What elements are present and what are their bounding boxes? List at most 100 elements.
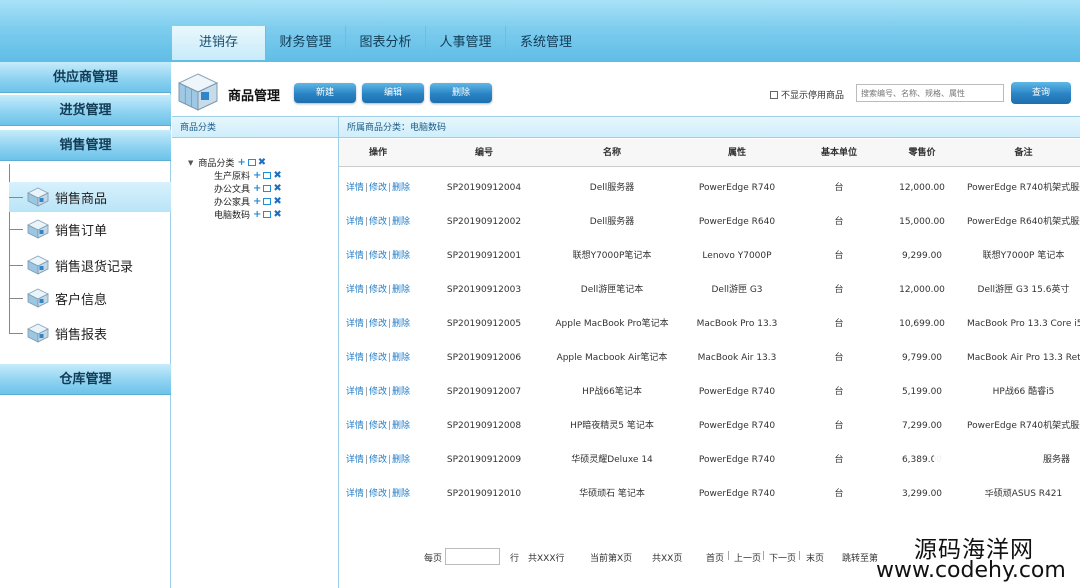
tab-inventory[interactable]: 进销存 [172,26,266,60]
delete-icon[interactable]: ✖ [273,196,281,207]
delete-link[interactable]: 删除 [392,489,410,499]
detail-link[interactable]: 详情 [346,489,364,499]
delete-link[interactable]: 删除 [392,285,410,295]
edit-icon[interactable] [263,198,272,205]
delete-link[interactable]: 删除 [392,387,410,397]
column-header[interactable]: 零售价 [877,139,967,167]
delete-link[interactable]: 删除 [392,353,410,363]
detail-link[interactable]: 详情 [346,455,364,465]
query-button[interactable]: 查询 [1011,82,1071,104]
column-header[interactable]: 名称 [551,139,673,167]
cell-price: 12,000.00 [899,285,945,295]
tree-node-label[interactable]: 办公家具 [214,195,250,208]
delete-icon[interactable]: ✖ [273,170,281,181]
modify-link[interactable]: 修改 [369,251,387,261]
sidebar-item-sales-orders[interactable]: 销售订单 [9,214,171,244]
add-icon[interactable]: + [253,196,261,207]
detail-link[interactable]: 详情 [346,421,364,431]
delete-link[interactable]: 删除 [392,421,410,431]
page-size-input[interactable] [445,548,500,565]
column-header[interactable]: 备注 [967,139,1080,167]
edit-icon[interactable] [263,211,272,218]
tree-node[interactable]: 办公文具 + ✖ [214,182,282,195]
tree-node-label[interactable]: 办公文具 [214,182,250,195]
sidebar-item-sales-products[interactable]: 销售商品 [9,182,171,212]
edit-icon[interactable] [247,159,256,166]
tree-node[interactable]: 办公家具 + ✖ [214,195,282,208]
delete-link[interactable]: 删除 [392,455,410,465]
detail-link[interactable]: 详情 [346,387,364,397]
delete-icon[interactable]: ✖ [273,209,281,220]
search-input[interactable] [856,84,1004,102]
modify-link[interactable]: 修改 [369,217,387,227]
modify-link[interactable]: 修改 [369,319,387,329]
sidebar-item-customers[interactable]: 客户信息 [9,283,171,313]
edit-icon[interactable] [263,185,272,192]
modify-link[interactable]: 修改 [369,353,387,363]
delete-button[interactable]: 删除 [430,83,492,103]
column-header[interactable]: 操作 [339,139,417,167]
expand-arrow-icon[interactable]: ▼ [188,159,193,167]
last-page-link[interactable]: 末页 [806,551,824,564]
detail-link[interactable]: 详情 [346,251,364,261]
total-rows: 共XXX行 [528,554,565,564]
tree-node-label[interactable]: 电脑数码 [214,208,250,221]
cell-unit: 台 [834,387,844,397]
delete-link[interactable]: 删除 [392,251,410,261]
tree-node-label[interactable]: 生产原料 [214,169,250,182]
first-page-link[interactable]: 首页 [706,551,724,564]
modify-link[interactable]: 修改 [369,183,387,193]
sidebar-group-purchase[interactable]: 进货管理 [0,95,171,126]
delete-icon[interactable]: ✖ [258,157,266,168]
modify-link[interactable]: 修改 [369,285,387,295]
sidebar-group-sales[interactable]: 销售管理 [0,130,171,161]
sidebar-group-supplier[interactable]: 供应商管理 [0,62,171,93]
column-header[interactable]: 编号 [417,139,551,167]
prev-page-link[interactable]: 上一页 [734,551,761,564]
jump-to-page-label[interactable]: 跳转至第 [842,551,878,564]
edit-button[interactable]: 编辑 [362,83,424,103]
tab-charts[interactable]: 图表分析 [346,26,426,60]
delete-link[interactable]: 删除 [392,217,410,227]
tab-finance[interactable]: 财务管理 [266,26,346,60]
table-header: 操作 编号 名称 属性 基本单位 零售价 备注 [339,139,1080,167]
column-header[interactable]: 基本单位 [801,139,877,167]
detail-link[interactable]: 详情 [346,319,364,329]
tree-node-label[interactable]: 商品分类 [198,156,234,169]
detail-link[interactable]: 详情 [346,285,364,295]
next-page-link[interactable]: 下一页 [769,551,796,564]
modify-link[interactable]: 修改 [369,387,387,397]
detail-link[interactable]: 详情 [346,183,364,193]
new-button[interactable]: 新建 [294,83,356,103]
hide-disabled-checkbox[interactable]: 不显示停用商品 [770,88,844,101]
modify-link[interactable]: 修改 [369,455,387,465]
cell-name: 联想Y7000P笔记本 [572,251,652,261]
delete-link[interactable]: 删除 [392,319,410,329]
sidebar-item-sales-returns[interactable]: 销售退货记录 [9,250,171,280]
sidebar-item-sales-report[interactable]: 销售报表 [9,318,171,348]
detail-link[interactable]: 详情 [346,217,364,227]
edit-icon[interactable] [263,172,272,179]
detail-link[interactable]: 详情 [346,353,364,363]
column-header[interactable]: 属性 [673,139,801,167]
delete-link[interactable]: 删除 [392,183,410,193]
tree-node[interactable]: 电脑数码 + ✖ [214,208,282,221]
add-icon[interactable]: + [253,209,261,220]
cell-price: 5,199.00 [901,387,943,397]
modify-link[interactable]: 修改 [369,489,387,499]
tree-root[interactable]: ▼ 商品分类 + ✖ [188,156,282,169]
sidebar-group-warehouse[interactable]: 仓库管理 [0,364,171,395]
modify-link[interactable]: 修改 [369,421,387,431]
checkbox-box[interactable] [770,90,778,99]
add-icon[interactable]: + [253,183,261,194]
add-icon[interactable]: + [253,170,261,181]
delete-icon[interactable]: ✖ [273,183,281,194]
tree-node[interactable]: 生产原料 + ✖ [214,169,282,182]
cell-attr: MacBook Pro 13.3 [696,319,778,329]
add-icon[interactable]: + [237,157,245,168]
tab-hr[interactable]: 人事管理 [426,26,506,60]
cell-name: Dell游匣笔记本 [580,285,644,295]
cell-attr: PowerEdge R740 [698,183,776,193]
cell-code: SP20190912001 [446,251,522,261]
tab-system[interactable]: 系统管理 [506,26,586,60]
